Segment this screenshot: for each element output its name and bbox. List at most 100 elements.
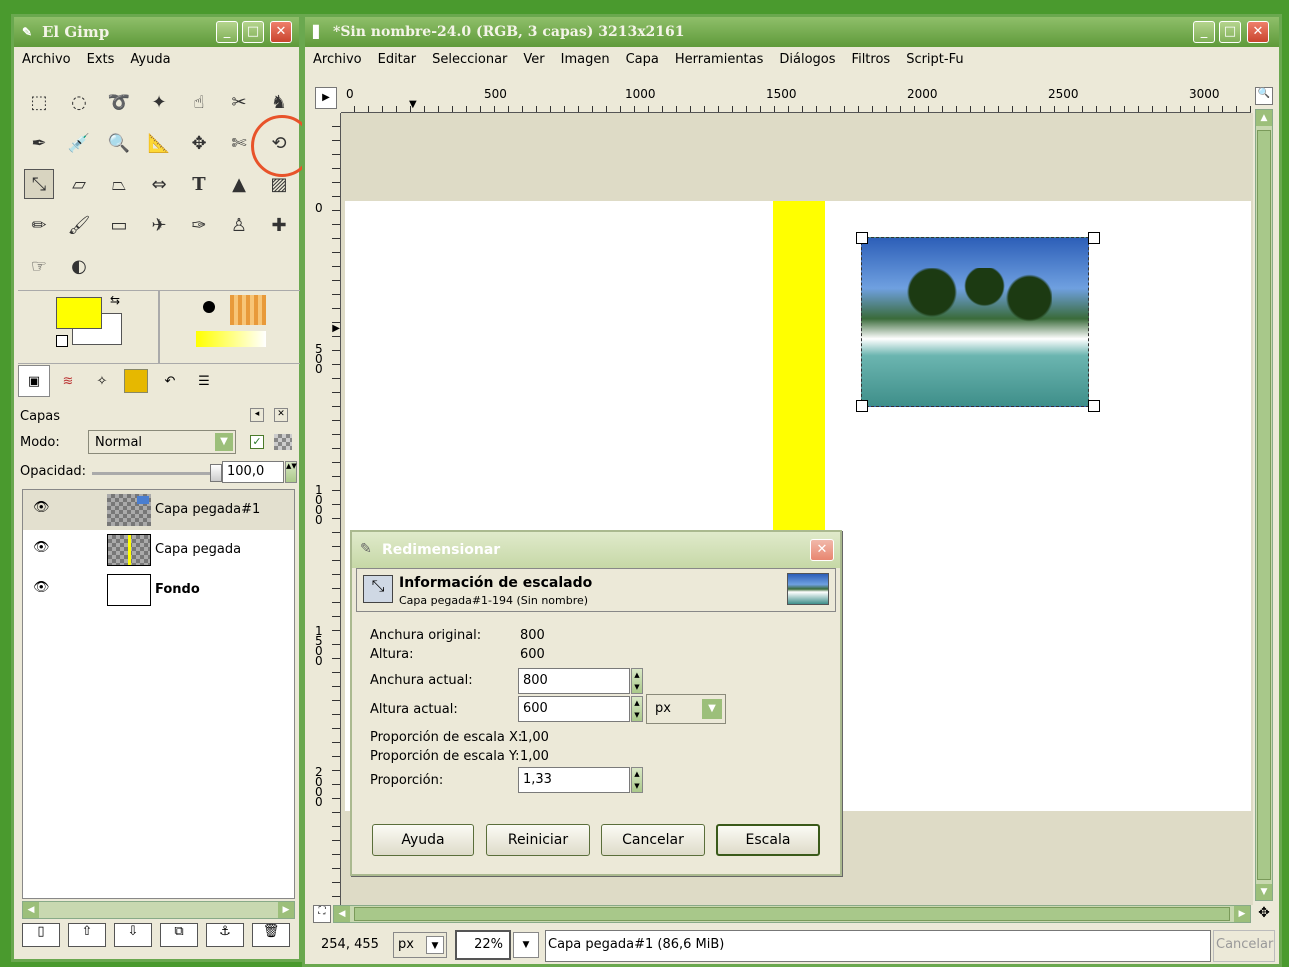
- quick-mask-toggle[interactable]: ▶: [315, 87, 337, 109]
- paths-icon[interactable]: ✒: [24, 128, 54, 158]
- eye-icon[interactable]: 👁: [33, 500, 50, 515]
- horizontal-scrollbar[interactable]: ◀ ▶: [333, 905, 1251, 923]
- eye-icon[interactable]: 👁: [33, 540, 50, 555]
- close-button[interactable]: ✕: [1247, 21, 1269, 43]
- navigate-button[interactable]: ⛶: [313, 905, 331, 923]
- preserve-trans-checkbox[interactable]: ✓: [250, 435, 264, 449]
- tab-paths[interactable]: ✧: [86, 365, 118, 397]
- reset-button[interactable]: Reiniciar: [486, 824, 590, 856]
- opacity-input[interactable]: 100,0: [222, 461, 284, 483]
- perspective-icon[interactable]: ⏢: [104, 169, 134, 199]
- ink-icon[interactable]: ✑: [184, 210, 214, 240]
- panel-close-icon[interactable]: ✕: [274, 408, 288, 422]
- unit-select[interactable]: px ▼: [393, 932, 447, 958]
- tab-undo[interactable]: ↶: [154, 365, 186, 397]
- gradient-preview[interactable]: [196, 331, 266, 347]
- scale-button[interactable]: Escala: [716, 824, 820, 856]
- lock-alpha-icon[interactable]: [274, 434, 292, 450]
- ellipse-select-icon[interactable]: ◌: [64, 87, 94, 117]
- foreground-select-icon[interactable]: ♞: [264, 87, 294, 117]
- panel-menu-icon[interactable]: ◂: [250, 408, 264, 422]
- eraser-icon[interactable]: ▭: [104, 210, 134, 240]
- menu-imagen[interactable]: Imagen: [561, 52, 610, 67]
- new-layer-button[interactable]: ▯: [22, 923, 60, 947]
- tab-colormap[interactable]: [120, 365, 152, 397]
- maximize-button[interactable]: □: [242, 21, 264, 43]
- scroll-thumb[interactable]: [1257, 130, 1271, 880]
- layer-row[interactable]: 👁 Capa pegada: [23, 530, 294, 570]
- layer-list-scrollbar[interactable]: ◀ ▶: [22, 901, 295, 919]
- ratio-input[interactable]: 1,33: [518, 767, 630, 793]
- scroll-down-icon[interactable]: ▼: [1256, 884, 1272, 900]
- opacity-slider-handle[interactable]: [210, 464, 222, 482]
- foreground-color-swatch[interactable]: [56, 297, 102, 329]
- lasso-icon[interactable]: ➰: [104, 87, 134, 117]
- transform-handle[interactable]: [1088, 232, 1100, 244]
- scale-icon[interactable]: ⤡: [24, 169, 54, 199]
- ratio-spinner[interactable]: ▲ ▼: [631, 767, 643, 793]
- vertical-scrollbar[interactable]: ▲ ▼: [1255, 109, 1273, 901]
- anchor-layer-button[interactable]: ⚓: [206, 923, 244, 947]
- scroll-right-icon[interactable]: ▶: [1234, 906, 1250, 922]
- menu-ayuda[interactable]: Ayuda: [130, 52, 170, 67]
- scroll-up-icon[interactable]: ▲: [1256, 110, 1272, 126]
- measure-icon[interactable]: 📐: [144, 128, 174, 158]
- duplicate-layer-button[interactable]: ⧉: [160, 923, 198, 947]
- scroll-left-icon[interactable]: ◀: [23, 902, 39, 918]
- menu-filtros[interactable]: Filtros: [852, 52, 891, 67]
- dialog-titlebar[interactable]: ✎ Redimensionar: [352, 532, 840, 568]
- cur-width-spinner[interactable]: ▲ ▼: [631, 668, 643, 694]
- minimize-button[interactable]: _: [1193, 21, 1215, 43]
- raise-layer-button[interactable]: ⇧: [68, 923, 106, 947]
- zoom-fit-button[interactable]: 🔍: [1255, 87, 1273, 105]
- paintbrush-icon[interactable]: 🖌: [64, 210, 94, 240]
- dodge-burn-icon[interactable]: ◐: [64, 251, 94, 281]
- tab-channels[interactable]: ≋: [52, 365, 84, 397]
- pencil-icon[interactable]: ✏: [24, 210, 54, 240]
- transform-handle[interactable]: [1088, 400, 1100, 412]
- scroll-left-icon[interactable]: ◀: [334, 906, 350, 922]
- smudge-icon[interactable]: ☞: [24, 251, 54, 281]
- layer-row[interactable]: 👁 Fondo: [23, 570, 294, 610]
- move-icon[interactable]: ✥: [184, 128, 214, 158]
- menu-herramientas[interactable]: Herramientas: [675, 52, 764, 67]
- color-select-icon[interactable]: ☝: [184, 87, 214, 117]
- menu-ver[interactable]: Ver: [523, 52, 544, 67]
- tab-stack[interactable]: ☰: [188, 365, 220, 397]
- help-button[interactable]: Ayuda: [372, 824, 474, 856]
- zoom-dropdown[interactable]: ▼: [513, 932, 539, 958]
- scroll-thumb[interactable]: [354, 907, 1230, 921]
- cancel-button[interactable]: Cancelar: [601, 824, 705, 856]
- lower-layer-button[interactable]: ⇩: [114, 923, 152, 947]
- airbrush-icon[interactable]: ✈: [144, 210, 174, 240]
- menu-archivo[interactable]: Archivo: [22, 52, 71, 67]
- menu-archivo[interactable]: Archivo: [313, 52, 362, 67]
- clone-icon[interactable]: ♙: [224, 210, 254, 240]
- scissors-icon[interactable]: ✂: [224, 87, 254, 117]
- menu-capa[interactable]: Capa: [626, 52, 659, 67]
- menu-editar[interactable]: Editar: [378, 52, 417, 67]
- opacity-spinner[interactable]: ▲▼: [285, 461, 297, 483]
- move-icon[interactable]: ✥: [1255, 905, 1273, 923]
- cur-height-spinner[interactable]: ▲ ▼: [631, 696, 643, 722]
- tab-layers[interactable]: ▣: [18, 365, 50, 397]
- opacity-slider[interactable]: [92, 464, 222, 482]
- dialog-close-button[interactable]: ✕: [810, 539, 834, 561]
- minimize-button[interactable]: _: [216, 21, 238, 43]
- default-colors-icon[interactable]: [56, 335, 68, 347]
- color-picker-icon[interactable]: 💉: [64, 128, 94, 158]
- swap-colors-icon[interactable]: ⇆: [110, 293, 120, 307]
- image-titlebar[interactable]: ▋ *Sin nombre-24.0 (RGB, 3 capas) 3213x2…: [305, 17, 1279, 47]
- brush-preview[interactable]: [203, 301, 215, 313]
- flip-icon[interactable]: ⇔: [144, 169, 174, 199]
- menu-exts[interactable]: Exts: [87, 52, 115, 67]
- status-cancel-button[interactable]: Cancelar: [1213, 930, 1275, 962]
- mode-select[interactable]: Normal ▼: [88, 430, 236, 454]
- cur-height-input[interactable]: 600: [518, 696, 630, 722]
- transform-handle[interactable]: [856, 400, 868, 412]
- pasted-image[interactable]: [856, 232, 1100, 412]
- menu-script-fu[interactable]: Script-Fu: [906, 52, 963, 67]
- delete-layer-button[interactable]: 🗑: [252, 923, 290, 947]
- close-button[interactable]: ✕: [270, 21, 292, 43]
- cur-width-input[interactable]: 800: [518, 668, 630, 694]
